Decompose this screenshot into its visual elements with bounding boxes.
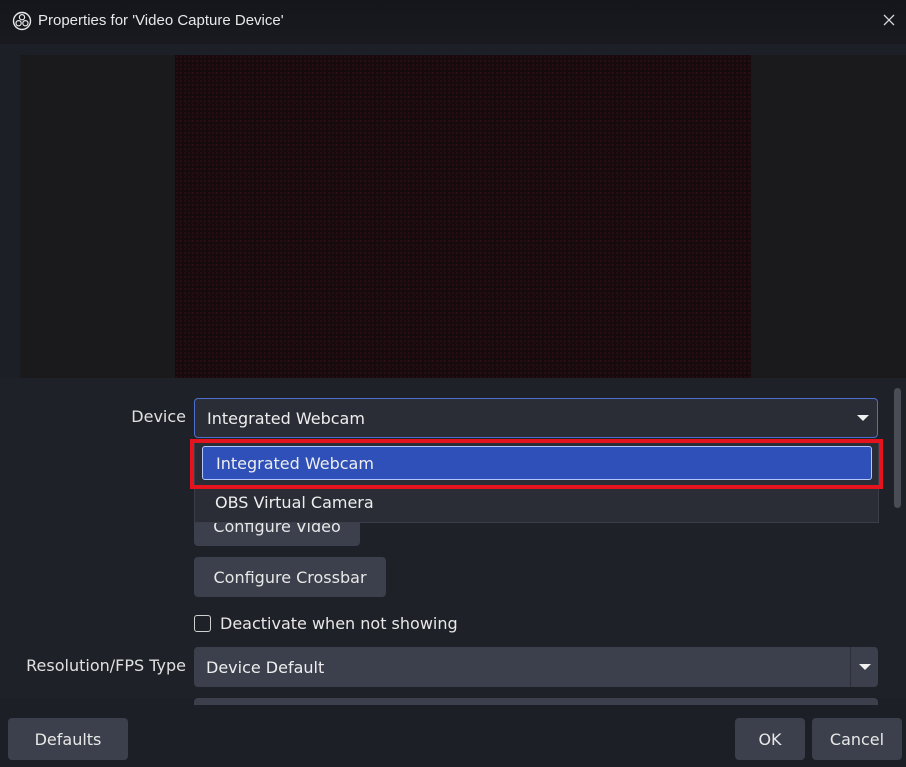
obs-logo-icon	[12, 11, 32, 31]
properties-dialog: Properties for 'Video Capture Device' De…	[0, 0, 906, 767]
deactivate-label: Deactivate when not showing	[220, 613, 458, 633]
dropdown-item-obs-virtual-camera[interactable]: OBS Virtual Camera	[202, 485, 872, 519]
close-button[interactable]	[872, 2, 906, 38]
preview-frame	[175, 55, 751, 378]
resolution-select-value: Device Default	[206, 657, 325, 677]
device-select-value: Integrated Webcam	[207, 408, 365, 428]
resolution-label: Resolution/FPS Type	[26, 656, 186, 675]
dropdown-item-integrated-webcam[interactable]: Integrated Webcam	[202, 446, 872, 480]
resolution-select[interactable]: Device Default	[194, 647, 878, 687]
close-icon	[883, 14, 895, 26]
ok-button[interactable]: OK	[735, 718, 805, 760]
form-scrollbar[interactable]	[890, 388, 904, 698]
chevron-down-icon	[858, 664, 871, 670]
deactivate-option[interactable]: Deactivate when not showing	[194, 611, 458, 635]
device-dropdown-button[interactable]	[849, 399, 877, 437]
deactivate-checkbox[interactable]	[194, 614, 211, 632]
title-bar: Properties for 'Video Capture Device'	[0, 0, 906, 44]
configure-crossbar-button[interactable]: Configure Crossbar	[194, 557, 386, 597]
device-select[interactable]: Integrated Webcam	[194, 398, 878, 438]
defaults-button[interactable]: Defaults	[8, 718, 128, 760]
defaults-label: Defaults	[34, 729, 102, 749]
dropdown-item-label: OBS Virtual Camera	[215, 492, 374, 512]
cancel-label: Cancel	[829, 729, 885, 749]
dropdown-item-label: Integrated Webcam	[216, 453, 374, 473]
device-dropdown-list: Integrated Webcam OBS Virtual Camera	[194, 439, 879, 523]
chevron-down-icon	[857, 415, 869, 421]
scrollbar-thumb[interactable]	[894, 388, 901, 508]
configure-crossbar-label: Configure Crossbar	[213, 567, 367, 587]
ok-label: OK	[758, 729, 782, 749]
resolution-dropdown-button[interactable]	[850, 647, 878, 687]
window-title: Properties for 'Video Capture Device'	[38, 12, 284, 29]
device-label: Device	[131, 407, 186, 426]
video-preview	[20, 55, 906, 378]
cancel-button[interactable]: Cancel	[812, 718, 902, 760]
